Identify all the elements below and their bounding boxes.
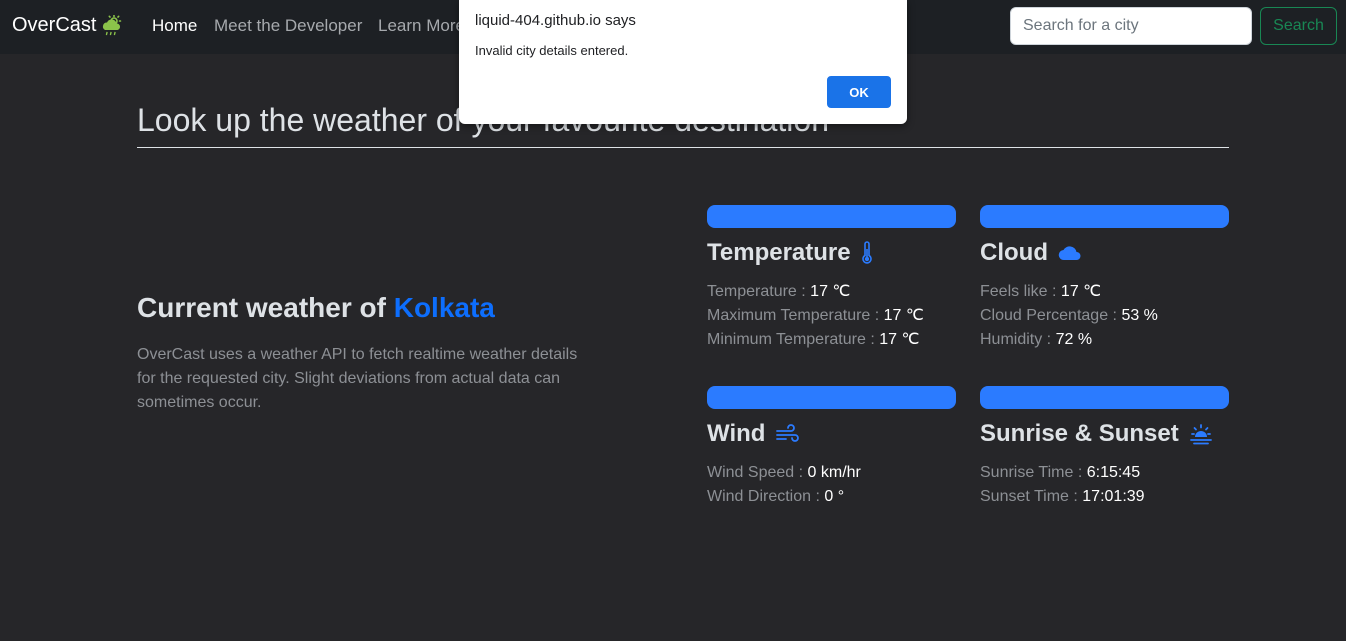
card-title: Sunrise & Sunset	[980, 419, 1229, 449]
temperature-title: Temperature	[707, 239, 851, 266]
card-title: Wind	[707, 419, 956, 449]
row-label: Wind Speed :	[707, 464, 804, 481]
alert-dialog: liquid-404.github.io says Invalid city d…	[459, 0, 907, 124]
wind-speed-row: Wind Speed : 0 km/hr	[707, 461, 956, 485]
wind-card: Wind Wind Speed : 0 km/hr Wind Direction…	[707, 386, 956, 509]
row-value: 17:01:39	[1082, 488, 1145, 505]
dialog-message: Invalid city details entered.	[475, 43, 629, 58]
search-button[interactable]: Search	[1260, 7, 1337, 45]
row-value: 17 ℃	[810, 283, 851, 300]
sunrise-sunset-card: Sunrise & Sunset Sunrise Time : 6:15:45 …	[980, 386, 1229, 509]
card-title: Temperature	[707, 238, 956, 268]
brand-name[interactable]: OverCast	[12, 14, 96, 37]
cloud-title: Cloud	[980, 239, 1048, 266]
row-value: 6:15:45	[1086, 464, 1141, 481]
card-bar	[707, 205, 956, 228]
humidity-row: Humidity : 72 %	[980, 328, 1229, 352]
max-temperature-row: Maximum Temperature : 17 ℃	[707, 304, 956, 328]
row-label: Maximum Temperature :	[707, 307, 880, 324]
wind-direction-row: Wind Direction : 0 °	[707, 485, 956, 509]
row-value: 17 ℃	[879, 331, 920, 348]
current-weather-prefix: Current weather of	[137, 292, 386, 323]
brand[interactable]: OverCast	[12, 14, 124, 37]
sunrise-icon	[1189, 424, 1212, 445]
card-bar	[980, 205, 1229, 228]
temperature-row: Temperature : 17 ℃	[707, 280, 956, 304]
nav-link-home[interactable]: Home	[152, 16, 197, 36]
sunset-time-row: Sunset Time : 17:01:39	[980, 485, 1229, 509]
feels-like-row: Feels like : 17 ℃	[980, 280, 1229, 304]
row-value: 72 %	[1055, 331, 1093, 348]
wind-title: Wind	[707, 420, 766, 447]
divider	[137, 147, 1229, 148]
row-label: Feels like :	[980, 283, 1057, 300]
row-value: 17 ℃	[883, 307, 924, 324]
row-value: 0 °	[824, 488, 845, 505]
row-value: 0 km/hr	[807, 464, 861, 481]
card-bar	[707, 386, 956, 409]
sunrise-sunset-title: Sunrise & Sunset	[980, 420, 1179, 447]
nav-link-learn-more[interactable]: Learn More	[378, 16, 465, 36]
card-title: Cloud	[980, 238, 1229, 268]
row-value: 53 %	[1121, 307, 1158, 324]
row-label: Humidity :	[980, 331, 1052, 348]
card-bar	[980, 386, 1229, 409]
row-label: Temperature :	[707, 283, 806, 300]
ok-button[interactable]: OK	[827, 76, 891, 108]
dialog-title: liquid-404.github.io says	[475, 12, 636, 29]
row-value: 17 ℃	[1060, 283, 1102, 300]
nav-link-meet-the-developer[interactable]: Meet the Developer	[214, 16, 362, 36]
current-weather-heading: Current weather of Kolkata	[137, 292, 495, 324]
row-label: Cloud Percentage :	[980, 307, 1117, 324]
search-input[interactable]	[1010, 7, 1252, 45]
min-temperature-row: Minimum Temperature : 17 ℃	[707, 328, 956, 352]
city-name: Kolkata	[393, 292, 495, 323]
row-label: Sunrise Time :	[980, 464, 1083, 481]
cloud-card: Cloud Feels like : 17 ℃ Cloud Percentage…	[980, 205, 1229, 352]
row-label: Minimum Temperature :	[707, 331, 875, 348]
cloud-sun-rain-icon	[103, 14, 122, 35]
cloud-icon	[1058, 246, 1081, 261]
temperature-card: Temperature Temperature : 17 ℃ Maximum T…	[707, 205, 956, 352]
description: OverCast uses a weather API to fetch rea…	[137, 346, 578, 411]
row-label: Sunset Time :	[980, 488, 1078, 505]
cloud-percentage-row: Cloud Percentage : 53 %	[980, 304, 1229, 328]
thermometer-icon	[861, 241, 872, 264]
sunrise-time-row: Sunrise Time : 6:15:45	[980, 461, 1229, 485]
row-label: Wind Direction :	[707, 488, 820, 505]
wind-icon	[776, 424, 800, 442]
